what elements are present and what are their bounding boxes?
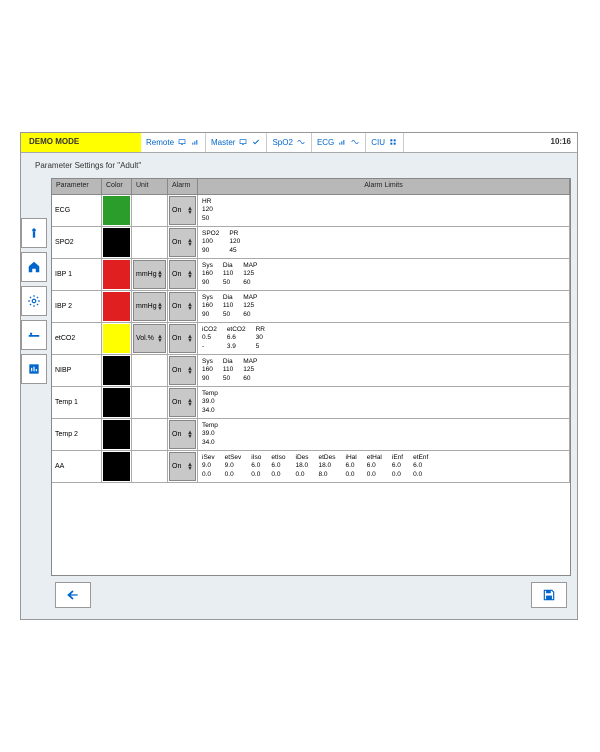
tab-master[interactable]: Master	[206, 133, 267, 152]
col-parameter: Parameter	[52, 179, 102, 194]
bars-icon	[190, 138, 200, 148]
alarm-select[interactable]: On▲▼	[169, 228, 196, 257]
table-row: SPO2 On▲▼ SPO210090PR12045	[52, 227, 570, 259]
col-alarm: Alarm	[168, 179, 198, 194]
alarm-limits: SPO210090PR12045	[198, 227, 570, 258]
param-name: SPO2	[52, 227, 102, 258]
alarm-limits: Sys16090Dia11050MAP12560	[198, 291, 570, 322]
param-name: Temp 1	[52, 387, 102, 418]
param-name: Temp 2	[52, 419, 102, 450]
alarm-select[interactable]: On▲▼	[169, 388, 196, 417]
param-name: AA	[52, 451, 102, 482]
table-row: ECG On▲▼ HR12050	[52, 195, 570, 227]
alarm-select[interactable]: On▲▼	[169, 452, 196, 481]
save-button[interactable]	[531, 582, 567, 608]
app-window: DEMO MODE Remote Master SpO2 ECG CIU 10:16 P…	[20, 132, 578, 620]
color-swatch[interactable]	[103, 196, 130, 225]
col-limits: Alarm Limits	[198, 179, 570, 194]
bed-button[interactable]	[21, 320, 47, 350]
color-swatch[interactable]	[103, 452, 130, 481]
table-row: IBP 2 mmHg▲▼ On▲▼ Sys16090Dia11050MAP125…	[52, 291, 570, 323]
grid-icon	[388, 138, 398, 148]
alarm-select[interactable]: On▲▼	[169, 260, 196, 289]
home-button[interactable]	[21, 252, 47, 282]
alarm-select[interactable]: On▲▼	[169, 292, 196, 321]
unit-select[interactable]: Vol.%▲▼	[133, 324, 166, 353]
alarm-select[interactable]: On▲▼	[169, 356, 196, 385]
wave-icon	[350, 138, 360, 148]
settings-button[interactable]	[21, 286, 47, 316]
mon-icon	[238, 138, 248, 148]
param-name: etCO2	[52, 323, 102, 354]
param-name: ECG	[52, 195, 102, 226]
table-row: Temp 2 On▲▼ Temp39.034.0	[52, 419, 570, 451]
demo-mode-badge: DEMO MODE	[21, 133, 141, 152]
color-swatch[interactable]	[103, 324, 130, 353]
color-swatch[interactable]	[103, 292, 130, 321]
tab-label: Remote	[146, 138, 174, 147]
col-color: Color	[102, 179, 132, 194]
parameter-table: Parameter Color Unit Alarm Alarm Limits …	[51, 178, 571, 576]
alarm-select[interactable]: On▲▼	[169, 324, 196, 353]
table-row: AA On▲▼ iSev9.00.0etSev9.00.0iIso6.00.0e…	[52, 451, 570, 483]
param-name: IBP 2	[52, 291, 102, 322]
top-bar: DEMO MODE Remote Master SpO2 ECG CIU 10:16	[21, 133, 577, 153]
color-swatch[interactable]	[103, 228, 130, 257]
page-title: Parameter Settings for "Adult"	[21, 153, 577, 178]
patient-button[interactable]	[21, 218, 47, 248]
param-name: NIBP	[52, 355, 102, 386]
tab-ciu[interactable]: CIU	[366, 133, 404, 152]
table-row: etCO2 Vol.%▲▼ On▲▼ iCO20.5-etCO26.63.9RR…	[52, 323, 570, 355]
tab-label: SpO2	[272, 138, 292, 147]
tab-label: CIU	[371, 138, 385, 147]
tab-label: ECG	[317, 138, 334, 147]
alarm-limits: Temp39.034.0	[198, 387, 570, 418]
wave-icon	[296, 138, 306, 148]
clock: 10:16	[545, 133, 577, 152]
back-button[interactable]	[55, 582, 91, 608]
tab-remote[interactable]: Remote	[141, 133, 206, 152]
alarm-select[interactable]: On▲▼	[169, 420, 196, 449]
tab-label: Master	[211, 138, 235, 147]
chart-button[interactable]	[21, 354, 47, 384]
unit-select[interactable]: mmHg▲▼	[133, 260, 166, 289]
alarm-limits: iCO20.5-etCO26.63.9RR305	[198, 323, 570, 354]
param-name: IBP 1	[52, 259, 102, 290]
table-row: Temp 1 On▲▼ Temp39.034.0	[52, 387, 570, 419]
alarm-limits: Sys16090Dia11050MAP12560	[198, 259, 570, 290]
alarm-limits: HR12050	[198, 195, 570, 226]
table-row: NIBP On▲▼ Sys16090Dia11050MAP12560	[52, 355, 570, 387]
sidebar	[21, 178, 49, 616]
bars-icon	[337, 138, 347, 148]
color-swatch[interactable]	[103, 420, 130, 449]
col-unit: Unit	[132, 179, 168, 194]
unit-select[interactable]: mmHg▲▼	[133, 292, 166, 321]
color-swatch[interactable]	[103, 260, 130, 289]
color-swatch[interactable]	[103, 356, 130, 385]
alarm-limits: iSev9.00.0etSev9.00.0iIso6.00.0etIso6.00…	[198, 451, 570, 482]
chk-icon	[251, 138, 261, 148]
mon-icon	[177, 138, 187, 148]
alarm-limits: Temp39.034.0	[198, 419, 570, 450]
table-row: IBP 1 mmHg▲▼ On▲▼ Sys16090Dia11050MAP125…	[52, 259, 570, 291]
color-swatch[interactable]	[103, 388, 130, 417]
tab-ecg[interactable]: ECG	[312, 133, 366, 152]
tab-spo2[interactable]: SpO2	[267, 133, 311, 152]
alarm-limits: Sys16090Dia11050MAP12560	[198, 355, 570, 386]
alarm-select[interactable]: On▲▼	[169, 196, 196, 225]
